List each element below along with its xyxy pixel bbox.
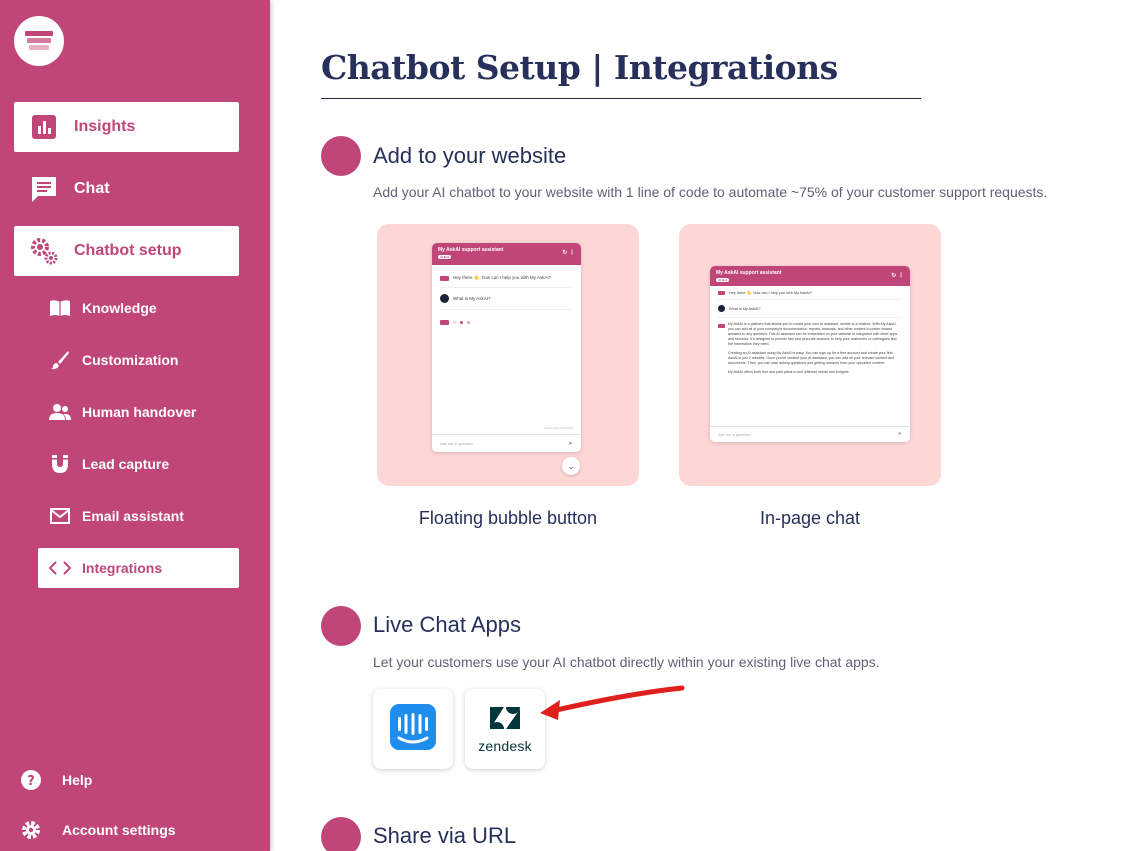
refresh-icon: ↻ ⋮ <box>562 250 575 256</box>
preview-question-message: What is My AskAI? <box>440 288 573 310</box>
section-live-chat-title: Live Chat Apps <box>373 612 521 637</box>
help-circle-icon: ? <box>20 769 46 791</box>
nav-lead-capture-label: Lead capture <box>82 456 170 472</box>
book-icon <box>38 299 82 317</box>
nav-human-handover-label: Human handover <box>82 404 197 420</box>
nav-customization-label: Customization <box>82 352 179 368</box>
inpage-question-message: What is My AskAI? <box>718 300 902 318</box>
typing-indicator <box>440 320 573 325</box>
inpage-question-text: What is My AskAI? <box>729 306 761 311</box>
nav-account-settings-label: Account settings <box>62 822 176 838</box>
gears-icon <box>14 236 74 266</box>
nav-human-handover[interactable]: Human handover <box>38 392 239 432</box>
inpage-preview-ai-tag: AI Bot <box>716 278 729 282</box>
chat-bubble-icon <box>14 174 74 204</box>
user-avatar-icon <box>718 305 725 312</box>
section-website-bullet <box>321 136 361 176</box>
nav-chatbot-setup-label: Chatbot setup <box>74 242 182 259</box>
page-title: Chatbot Setup | Integrations <box>321 48 838 87</box>
section-share-bullet <box>321 817 361 851</box>
inpage-greeting-message: Hey there 👋, how can I help you with My … <box>718 286 902 300</box>
floating-bubble-preview-card[interactable]: My AskAI support assistant AI Bot ↻ ⋮ He… <box>377 224 639 486</box>
inpage-greeting-text: Hey there 👋, how can I help you with My … <box>729 291 812 295</box>
nav-account-settings[interactable]: Account settings <box>20 815 176 845</box>
inpage-preview-input: Ask me a question ➤ <box>710 426 910 442</box>
mail-icon <box>38 508 82 524</box>
bar-chart-icon <box>14 114 74 140</box>
code-brackets-icon <box>38 560 82 576</box>
app-logo[interactable] <box>14 16 64 66</box>
floating-bubble-label: Floating bubble button <box>418 508 598 528</box>
nav-chat-label: Chat <box>74 180 110 197</box>
floating-chat-window-preview: My AskAI support assistant AI Bot ↻ ⋮ He… <box>432 243 581 452</box>
nav-email-assistant[interactable]: Email assistant <box>38 496 239 536</box>
svg-text:?: ? <box>27 774 35 789</box>
title-divider <box>321 98 921 99</box>
intercom-logo-icon <box>390 703 436 755</box>
intercom-app-tile[interactable] <box>373 689 453 769</box>
nav-integrations-label: Integrations <box>82 560 163 576</box>
sidebar: Insights Chat Chatbot setup Knowledge Cu… <box>0 0 270 851</box>
bot-avatar-icon <box>440 275 449 281</box>
inpage-answer-p3: My AskAI offers both free and paid plans… <box>728 370 850 374</box>
send-icon: ➤ <box>897 431 902 437</box>
preview-powered-by: Powered by My AskAI <box>543 426 573 430</box>
brush-icon <box>38 350 82 370</box>
user-avatar-icon <box>440 294 449 303</box>
nav-insights-label: Insights <box>74 118 136 135</box>
preview-header-title: My AskAI support assistant <box>438 247 504 253</box>
inpage-input-placeholder: Ask me a question <box>718 432 751 437</box>
zendesk-wordmark: zendesk <box>478 737 532 754</box>
section-website-description: Add your AI chatbot to your website with… <box>373 184 1048 200</box>
bot-avatar-icon <box>718 290 725 295</box>
bot-avatar-icon <box>718 324 725 328</box>
nav-chat[interactable]: Chat <box>14 164 239 214</box>
section-website-title: Add to your website <box>373 143 567 168</box>
annotation-arrow-icon <box>540 685 685 720</box>
nav-knowledge[interactable]: Knowledge <box>38 288 239 328</box>
inpage-chat-window-preview: My AskAI support assistant AI Bot ↻ ⋮ He… <box>710 266 910 442</box>
nav-insights[interactable]: Insights <box>14 102 239 152</box>
nav-help-label: Help <box>62 772 93 788</box>
in-page-chat-label: In-page chat <box>759 508 861 528</box>
inpage-answer-p1: My AskAI is a platform that allows you t… <box>728 322 898 346</box>
nav-integrations[interactable]: Integrations <box>38 548 239 588</box>
preview-input-placeholder: Ask me a question <box>440 441 473 446</box>
bubble-chevron-down-icon: ⌄ <box>562 457 580 475</box>
preview-header: My AskAI support assistant AI Bot ↻ ⋮ <box>432 243 581 265</box>
zendesk-logo-icon <box>488 705 522 736</box>
preview-ai-tag: AI Bot <box>438 255 451 259</box>
send-icon: ➤ <box>567 441 573 447</box>
zendesk-app-tile[interactable]: zendesk <box>465 689 545 769</box>
preview-greeting-text: Hey there 👋, how can I help you with My … <box>453 275 552 280</box>
nav-chatbot-setup[interactable]: Chatbot setup <box>14 226 239 276</box>
nav-customization[interactable]: Customization <box>38 340 239 380</box>
gear-icon <box>20 819 46 841</box>
inpage-answer-message: My AskAI is a platform that allows you t… <box>710 322 910 375</box>
magnet-icon <box>38 454 82 474</box>
section-live-chat-bullet <box>321 606 361 646</box>
preview-input: Ask me a question ➤ <box>432 434 581 452</box>
preview-question-text: What is My AskAI? <box>453 296 491 301</box>
inpage-preview-header-title: My AskAI support assistant <box>716 270 782 276</box>
preview-greeting-message: Hey there 👋, how can I help you with My … <box>440 269 573 288</box>
nav-knowledge-label: Knowledge <box>82 300 157 316</box>
inpage-answer-p2: Creating an AI assistant using My AskAI … <box>728 351 895 365</box>
nav-lead-capture[interactable]: Lead capture <box>38 444 239 484</box>
nav-email-assistant-label: Email assistant <box>82 508 184 524</box>
section-live-chat-description: Let your customers use your AI chatbot d… <box>373 654 880 670</box>
inpage-preview-header: My AskAI support assistant AI Bot ↻ ⋮ <box>710 266 910 286</box>
inpage-refresh-icon: ↻ ⋮ <box>891 273 904 279</box>
in-page-chat-preview-card[interactable]: My AskAI support assistant AI Bot ↻ ⋮ He… <box>679 224 941 486</box>
nav-help[interactable]: ? Help <box>20 765 92 795</box>
section-share-title: Share via URL <box>373 823 517 848</box>
bot-avatar-icon <box>440 320 449 325</box>
people-icon <box>38 403 82 421</box>
